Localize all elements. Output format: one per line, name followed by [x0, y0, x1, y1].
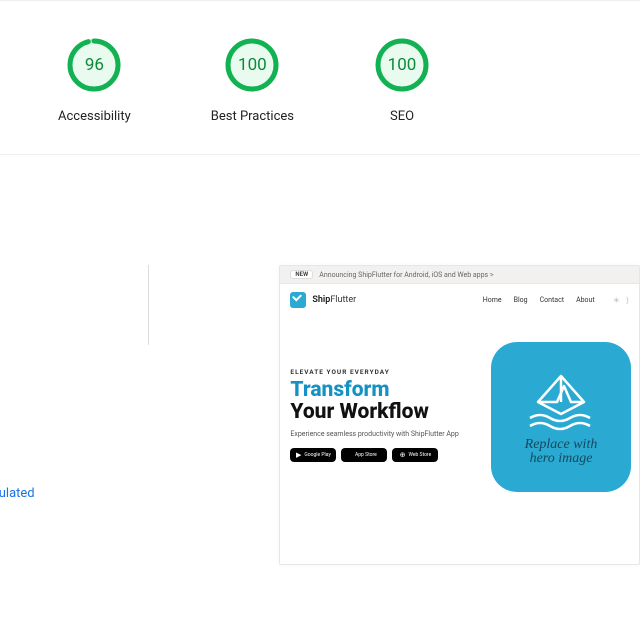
hero-image-placeholder: Replace with hero image: [491, 342, 631, 492]
hero-headline-2: Your Workflow: [290, 400, 481, 424]
gauge-seo: 100: [374, 37, 430, 93]
announcement-bar: NEW Announcing ShipFlutter for Android, …: [280, 266, 639, 284]
score-help-link[interactable]: ore is calculated .: [0, 484, 140, 523]
nav-item-contact: Contact: [540, 296, 564, 304]
hero-script-text: Replace with hero image: [525, 438, 598, 466]
link-line-1: ore is calculated: [0, 486, 35, 501]
brand-strong: Ship: [312, 295, 330, 305]
gauge-value: 100: [224, 37, 280, 93]
hero-headline-1: Transform: [290, 378, 481, 402]
web-store-badge: ⊕Web Store: [392, 448, 438, 462]
preview-hero: ELEVATE YOUR EVERYDAY Transform Your Wor…: [280, 314, 639, 504]
metric-seo: 100 SEO: [374, 37, 430, 124]
left-column: ore is calculated . -100: [0, 265, 149, 565]
metric-accessibility: 96 Accessibility: [58, 37, 131, 124]
metric-label: Best Practices: [211, 109, 294, 124]
vertical-divider: [148, 265, 149, 345]
nav-item-about: About: [576, 296, 595, 304]
preview-header: ShipFlutter Home Blog Contact About ☀ ⟩: [280, 284, 639, 314]
brand: ShipFlutter: [290, 292, 356, 308]
badge-label: Google Play: [304, 452, 330, 458]
brand-name: ShipFlutter: [312, 295, 356, 305]
hero-subcopy: Experience seamless productivity with Sh…: [290, 430, 481, 438]
play-icon: ▶: [296, 451, 301, 459]
paper-boat-icon: [518, 368, 604, 434]
script-line-1: Replace with: [525, 437, 598, 452]
preview-nav: Home Blog Contact About ☀ ⟩: [483, 296, 629, 305]
nav-item-home: Home: [483, 296, 502, 304]
metrics-panel: 96 Accessibility 100 Best Practices 100 …: [0, 0, 640, 155]
nav-item-blog: Blog: [514, 296, 528, 304]
brand-logo-icon: [290, 292, 306, 308]
gauge-accessibility: 96: [66, 37, 122, 93]
app-store-badge: App Store: [341, 448, 387, 462]
hero-text: ELEVATE YOUR EVERYDAY Transform Your Wor…: [290, 342, 481, 492]
globe-icon: ⊕: [400, 451, 406, 459]
gauge-value: 96: [66, 37, 122, 93]
brand-light: Flutter: [330, 295, 356, 305]
badge-label: App Store: [355, 452, 377, 458]
lower-section: ore is calculated . -100 NEW Announcing …: [0, 265, 640, 565]
script-line-2: hero image: [530, 451, 593, 466]
badge-label: Web Store: [408, 452, 431, 458]
announcement-pill: NEW: [290, 270, 313, 279]
store-badges: ▶Google Play App Store ⊕Web Store: [290, 448, 481, 462]
metric-best-practices: 100 Best Practices: [211, 37, 294, 124]
gauge-value: 100: [374, 37, 430, 93]
site-preview-thumbnail[interactable]: NEW Announcing ShipFlutter for Android, …: [279, 265, 640, 565]
hero-eyebrow: ELEVATE YOUR EVERYDAY: [290, 368, 481, 376]
announcement-text: Announcing ShipFlutter for Android, iOS …: [319, 271, 493, 279]
google-play-badge: ▶Google Play: [290, 448, 336, 462]
sun-icon: ☀: [613, 296, 620, 305]
gauge-best-practices: 100: [224, 37, 280, 93]
nav-icons: ☀ ⟩: [613, 296, 629, 305]
rss-icon: ⟩: [626, 296, 629, 305]
metric-label: SEO: [390, 109, 414, 124]
metric-label: Accessibility: [58, 109, 131, 124]
